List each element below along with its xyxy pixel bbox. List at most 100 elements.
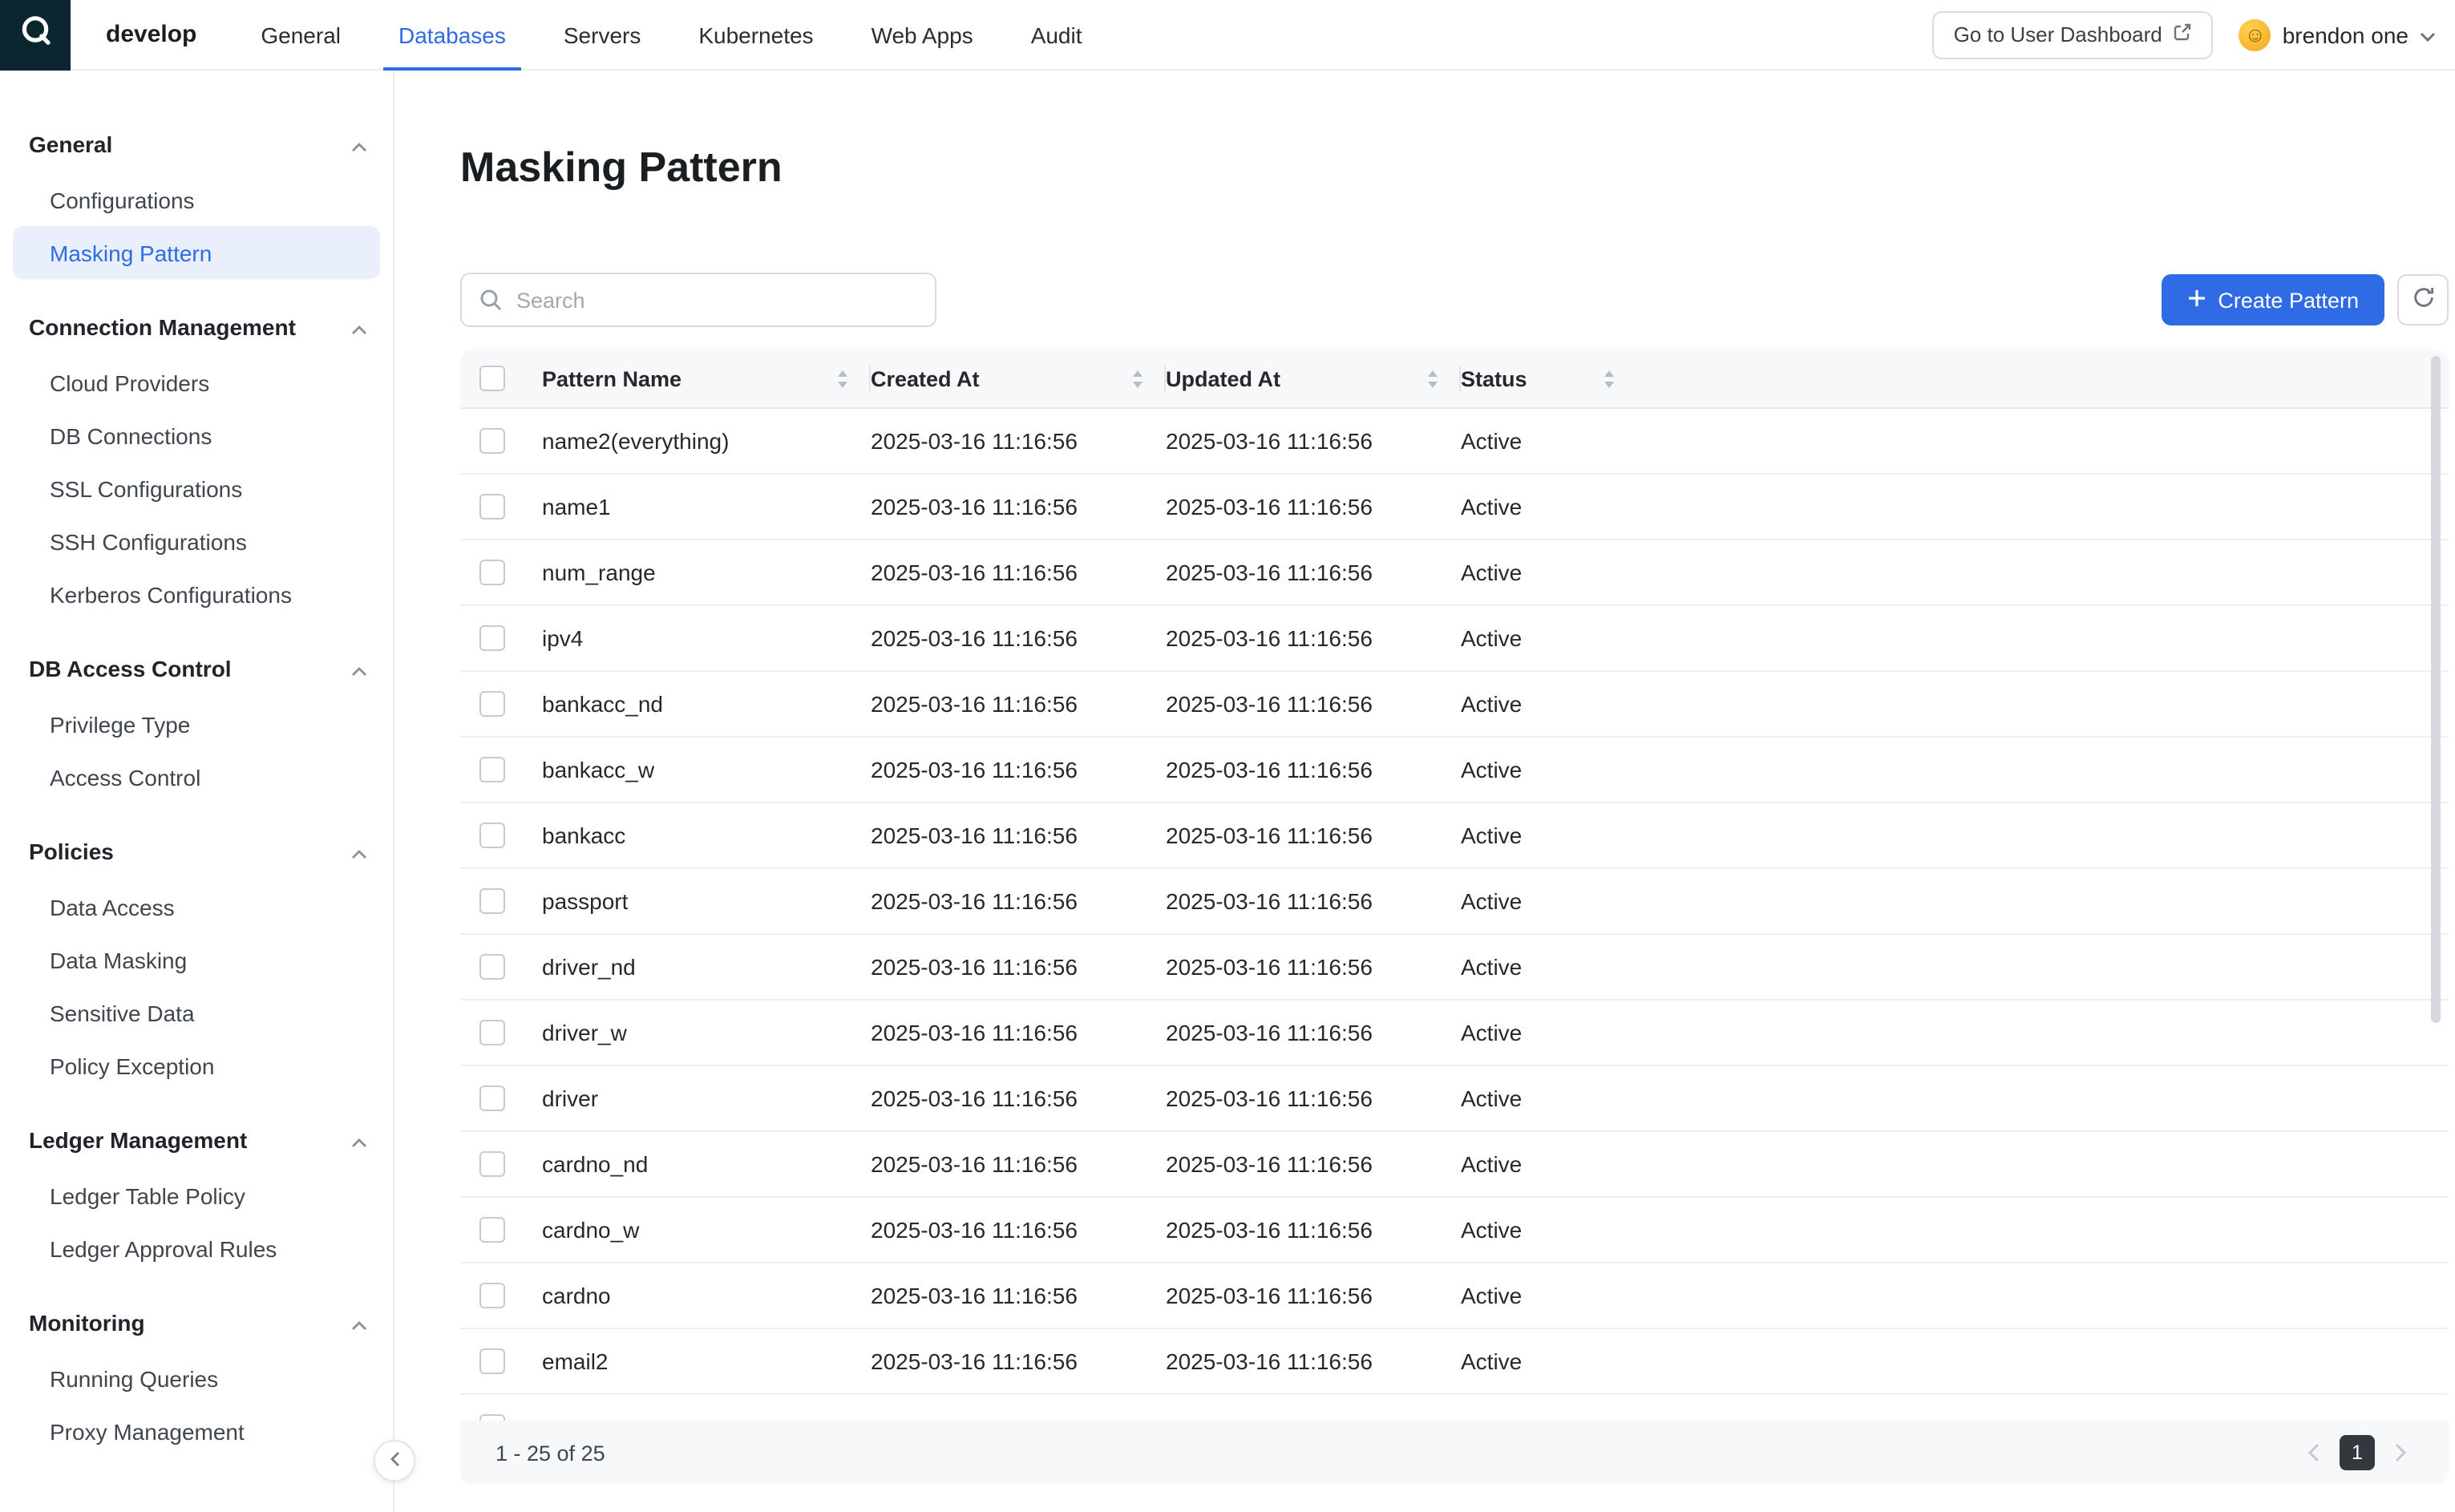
- row-checkbox[interactable]: [479, 757, 505, 782]
- sidebar-item-ssl-configurations[interactable]: SSL Configurations: [13, 462, 380, 515]
- app-logo[interactable]: [0, 0, 71, 70]
- select-all-checkbox[interactable]: [479, 366, 505, 391]
- pattern-name-cell: driver_w: [542, 1020, 871, 1045]
- column-header-pattern-name[interactable]: Pattern Name: [542, 350, 871, 407]
- row-checkbox[interactable]: [479, 1348, 505, 1374]
- user-menu[interactable]: ☺ brendon one: [2239, 18, 2436, 51]
- sidebar-item-access-control[interactable]: Access Control: [13, 750, 380, 803]
- column-header-status[interactable]: Status: [1461, 350, 1637, 407]
- tab-kubernetes[interactable]: Kubernetes: [682, 0, 829, 70]
- row-checkbox[interactable]: [479, 428, 505, 454]
- chevron-up-icon: [351, 656, 367, 681]
- table-row[interactable]: ipv4 2025-03-16 11:16:56 2025-03-16 11:1…: [460, 606, 2449, 672]
- created-at-cell: 2025-03-16 11:16:56: [871, 757, 1166, 782]
- table-row[interactable]: name1 2025-03-16 11:16:56 2025-03-16 11:…: [460, 475, 2449, 540]
- sidebar-item-ledger-approval-rules[interactable]: Ledger Approval Rules: [13, 1222, 380, 1275]
- table-row[interactable]: num_range 2025-03-16 11:16:56 2025-03-16…: [460, 540, 2449, 606]
- chevron-up-icon: [351, 839, 367, 864]
- sidebar-item-db-connections[interactable]: DB Connections: [13, 409, 380, 462]
- table-row[interactable]: passport 2025-03-16 11:16:56 2025-03-16 …: [460, 869, 2449, 935]
- row-checkbox[interactable]: [479, 1020, 505, 1045]
- sidebar-section-policies[interactable]: Policies: [0, 823, 393, 880]
- row-checkbox[interactable]: [479, 691, 505, 717]
- tab-databases[interactable]: Databases: [382, 0, 522, 70]
- created-at-cell: 2025-03-16 11:16:56: [871, 1151, 1166, 1177]
- row-checkbox[interactable]: [479, 954, 505, 980]
- sidebar-item-ledger-table-policy[interactable]: Ledger Table Policy: [13, 1169, 380, 1222]
- row-checkbox[interactable]: [479, 888, 505, 914]
- tab-web-apps[interactable]: Web Apps: [855, 0, 989, 70]
- table-row[interactable]: email2 2025-03-16 11:16:56 2025-03-16 11…: [460, 1329, 2449, 1395]
- row-checkbox[interactable]: [479, 823, 505, 848]
- column-header-updated-at[interactable]: Updated At: [1166, 350, 1461, 407]
- table-row[interactable]: name2(everything) 2025-03-16 11:16:56 20…: [460, 409, 2449, 475]
- sort-icon[interactable]: [1132, 370, 1143, 387]
- table-row[interactable]: driver 2025-03-16 11:16:56 2025-03-16 11…: [460, 1066, 2449, 1132]
- sort-icon[interactable]: [837, 370, 848, 387]
- sidebar-item-kerberos-configurations[interactable]: Kerberos Configurations: [13, 568, 380, 621]
- sidebar-item-privilege-type[interactable]: Privilege Type: [13, 697, 380, 750]
- sidebar-item-sensitive-data[interactable]: Sensitive Data: [13, 986, 380, 1039]
- sidebar-item-configurations[interactable]: Configurations: [13, 173, 380, 226]
- search-input[interactable]: [460, 273, 936, 327]
- created-at-cell: 2025-03-16 11:16:56: [871, 428, 1166, 454]
- pattern-name-cell: ipv4: [542, 625, 871, 651]
- sidebar-item-data-masking[interactable]: Data Masking: [13, 933, 380, 986]
- table-body: name2(everything) 2025-03-16 11:16:56 20…: [460, 409, 2449, 1421]
- row-checkbox[interactable]: [479, 625, 505, 651]
- row-checkbox[interactable]: [479, 1085, 505, 1111]
- go-to-user-dashboard-button[interactable]: Go to User Dashboard: [1933, 10, 2214, 59]
- sidebar-item-policy-exception[interactable]: Policy Exception: [13, 1039, 380, 1092]
- table-row[interactable]: cardno 2025-03-16 11:16:56 2025-03-16 11…: [460, 1263, 2449, 1329]
- chevron-down-icon: [2420, 20, 2436, 49]
- sidebar-item-data-access[interactable]: Data Access: [13, 880, 380, 933]
- status-cell: Active: [1461, 823, 1637, 848]
- created-at-cell: 2025-03-16 11:16:56: [871, 691, 1166, 717]
- row-checkbox[interactable]: [479, 560, 505, 585]
- sidebar-item-cloud-providers[interactable]: Cloud Providers: [13, 356, 380, 409]
- sidebar-section-db-access-control[interactable]: DB Access Control: [0, 640, 393, 697]
- sidebar-item-ssh-configurations[interactable]: SSH Configurations: [13, 515, 380, 568]
- updated-at-cell: 2025-03-16 11:16:56: [1166, 494, 1461, 519]
- updated-at-cell: 2025-03-16 11:16:56: [1166, 1217, 1461, 1243]
- status-cell: Active: [1461, 1151, 1637, 1177]
- row-checkbox[interactable]: [479, 1414, 505, 1421]
- sort-icon[interactable]: [1427, 370, 1438, 387]
- sidebar-collapse-button[interactable]: [374, 1440, 415, 1482]
- table-row[interactable]: cardno_nd 2025-03-16 11:16:56 2025-03-16…: [460, 1132, 2449, 1198]
- created-at-cell: 2025-03-16 11:16:56: [871, 954, 1166, 980]
- sidebar-section-monitoring[interactable]: Monitoring: [0, 1294, 393, 1352]
- toolbar: Create Pattern: [460, 273, 2449, 327]
- table-row[interactable]: driver_w 2025-03-16 11:16:56 2025-03-16 …: [460, 1001, 2449, 1066]
- sidebar-section-connection-management[interactable]: Connection Management: [0, 298, 393, 356]
- refresh-button[interactable]: [2397, 274, 2449, 325]
- table-row[interactable]: bankacc_nd 2025-03-16 11:16:56 2025-03-1…: [460, 672, 2449, 738]
- sidebar-item-running-queries[interactable]: Running Queries: [13, 1352, 380, 1405]
- column-header-created-at[interactable]: Created At: [871, 350, 1166, 407]
- sidebar-section-general[interactable]: General: [0, 115, 393, 173]
- table-row-partial[interactable]: [460, 1395, 2449, 1421]
- table-row[interactable]: bankacc_w 2025-03-16 11:16:56 2025-03-16…: [460, 738, 2449, 803]
- status-cell: Active: [1461, 757, 1637, 782]
- sort-icon[interactable]: [1604, 370, 1615, 387]
- tab-audit[interactable]: Audit: [1015, 0, 1098, 70]
- sidebar-item-proxy-management[interactable]: Proxy Management: [13, 1405, 380, 1457]
- previous-page-button[interactable]: [2307, 1443, 2320, 1462]
- row-checkbox[interactable]: [479, 1283, 505, 1308]
- pagination-range: 1 - 25 of 25: [460, 1441, 605, 1465]
- row-checkbox[interactable]: [479, 1151, 505, 1177]
- tab-servers[interactable]: Servers: [548, 0, 657, 70]
- table-row[interactable]: driver_nd 2025-03-16 11:16:56 2025-03-16…: [460, 935, 2449, 1001]
- row-checkbox[interactable]: [479, 494, 505, 519]
- sidebar-item-masking-pattern[interactable]: Masking Pattern: [13, 226, 380, 279]
- sidebar-section-ledger-management[interactable]: Ledger Management: [0, 1111, 393, 1169]
- tab-general[interactable]: General: [245, 0, 357, 70]
- updated-at-cell: 2025-03-16 11:16:56: [1166, 1085, 1461, 1111]
- row-checkbox[interactable]: [479, 1217, 505, 1243]
- next-page-button[interactable]: [2394, 1443, 2407, 1462]
- table-row[interactable]: cardno_w 2025-03-16 11:16:56 2025-03-16 …: [460, 1198, 2449, 1263]
- table-scrollbar[interactable]: [2431, 356, 2441, 1023]
- table-row[interactable]: bankacc 2025-03-16 11:16:56 2025-03-16 1…: [460, 803, 2449, 869]
- page-number[interactable]: 1: [2340, 1435, 2375, 1470]
- create-pattern-button[interactable]: Create Pattern: [2162, 274, 2384, 325]
